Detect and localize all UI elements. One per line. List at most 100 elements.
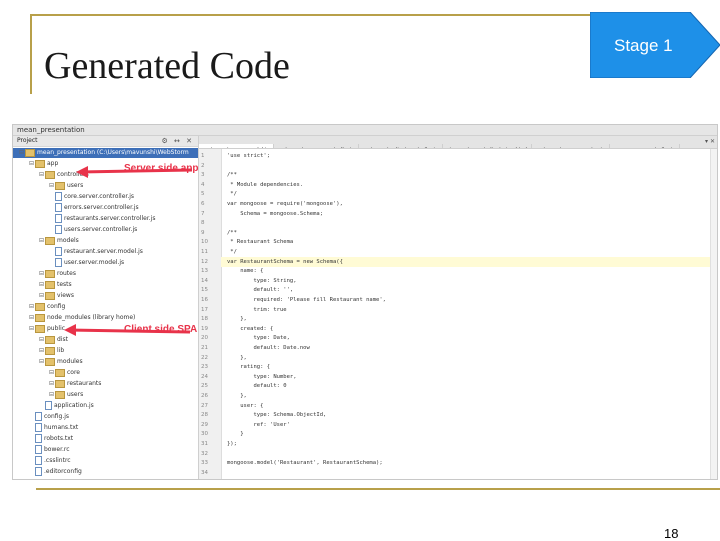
line-number: 2 [201, 162, 205, 169]
tree-item[interactable]: errors.server.controller.js [49, 203, 139, 213]
tree-item[interactable]: ⊟ app [29, 159, 58, 169]
code-line[interactable]: default: Date.now [227, 343, 309, 353]
tree-item[interactable]: restaurants.server.controller.js [49, 214, 155, 224]
tree-item[interactable]: ⊟ users [49, 181, 83, 191]
code-line[interactable]: name: { [227, 266, 263, 276]
tree-item[interactable]: users.server.controller.js [49, 225, 137, 235]
line-number: 14 [201, 277, 208, 284]
code-line[interactable]: * Restaurant Schema [227, 237, 293, 247]
file-icon [55, 203, 62, 212]
stage-badge: Stage 1 [590, 12, 720, 78]
tree-item-label: users.server.controller.js [64, 226, 138, 233]
code-line[interactable]: }, [227, 353, 247, 363]
editor-tab[interactable]: view-restaurant.client.view.html [443, 144, 532, 148]
tree-item[interactable]: ⊟ models [39, 236, 79, 246]
editor-tab[interactable]: restaurants.client.controller.js [359, 144, 443, 148]
code-line[interactable]: default: '', [227, 285, 293, 295]
tree-item[interactable]: bower.rc [29, 445, 70, 455]
code-line[interactable]: type: Schema.ObjectId, [227, 410, 326, 420]
tree-item-label: users [67, 182, 84, 189]
editor-scrollbar[interactable] [710, 149, 717, 479]
folder-icon [45, 170, 55, 179]
code-line[interactable]: */ [227, 189, 237, 199]
editor-tab[interactable]: restaurants.server.routes.js [532, 144, 610, 148]
tree-item-label: tests [57, 281, 72, 288]
editor-tab[interactable]: restaurants.server.controller.js [274, 144, 359, 148]
line-number: 7 [201, 210, 205, 217]
project-header-icons[interactable]: ⚙ ↔ ✕ [162, 136, 194, 146]
code-line[interactable]: var mongoose = require('mongoose'), [227, 199, 343, 209]
code-line[interactable]: type: String, [227, 276, 296, 286]
code-line[interactable]: default: 0 [227, 381, 286, 391]
line-number: 11 [201, 249, 208, 255]
code-line[interactable]: ref: 'User' [227, 420, 289, 430]
tree-item[interactable]: application.js [39, 401, 94, 411]
line-number: 8 [201, 220, 205, 227]
line-number: 31 [201, 441, 208, 447]
tree-item[interactable]: ⊟ tests [39, 280, 72, 290]
tree-item[interactable]: .csslintrc [29, 456, 71, 466]
file-icon [35, 467, 42, 476]
tree-item[interactable]: ⊟ lib [39, 346, 64, 356]
code-line[interactable]: */ [227, 247, 237, 257]
line-number: 24 [201, 373, 208, 380]
tree-item[interactable]: ⊟ mean_presentation (C:\Users\mavunshi\We… [13, 148, 198, 158]
code-line[interactable]: trim: true [227, 305, 286, 315]
code-line[interactable]: type: Date, [227, 333, 289, 343]
tree-item[interactable]: humans.txt [29, 423, 78, 433]
code-line[interactable]: }, [227, 314, 247, 324]
code-line[interactable]: user: { [227, 401, 263, 411]
tree-item-label: robots.txt [44, 435, 74, 442]
tree-item[interactable]: robots.txt [29, 434, 73, 444]
folder-icon [35, 159, 45, 168]
tree-item[interactable]: restaurant.server.model.js [49, 247, 143, 257]
ide-window-title: mean_presentation [13, 125, 717, 136]
code-line[interactable]: type: Number, [227, 372, 296, 382]
file-icon [55, 258, 62, 267]
folder-icon [55, 379, 65, 388]
code-line[interactable]: /** [227, 170, 237, 180]
tree-item[interactable]: ⊟ routes [39, 269, 76, 279]
tree-item[interactable]: ⊟ restaurants [49, 379, 101, 389]
tree-item[interactable]: ⊟ modules [39, 357, 83, 367]
file-icon [35, 412, 42, 421]
code-line[interactable]: * Module dependencies. [227, 180, 303, 190]
code-line[interactable]: /** [227, 228, 237, 238]
tab-controls-icon[interactable]: ▾ ✕ [701, 136, 715, 148]
editor-tabbar: restaurant.server.model.jsrestaurants.se… [199, 136, 717, 149]
tree-item-label: routes [57, 270, 76, 277]
file-icon [35, 456, 42, 465]
tree-item[interactable]: ⊟ users [49, 390, 83, 400]
tree-item[interactable]: ⊟ public [29, 324, 65, 334]
tree-item[interactable]: ⊟ views [39, 291, 74, 301]
line-number: 13 [201, 268, 208, 275]
tree-item-label: public [47, 325, 66, 332]
file-icon [35, 434, 42, 443]
editor-tab[interactable]: users.server.controller.js [610, 144, 680, 148]
tree-item[interactable]: user.server.model.js [49, 258, 124, 268]
code-line[interactable]: Schema = mongoose.Schema; [227, 209, 323, 219]
code-line[interactable]: }, [227, 391, 247, 401]
code-line[interactable]: rating: { [227, 362, 270, 372]
folder-icon [35, 313, 45, 322]
folder-icon [55, 390, 65, 399]
line-number: 1 [201, 153, 205, 159]
code-line[interactable]: created: { [227, 324, 273, 334]
client-annotation: Client side SPA [124, 324, 198, 335]
code-line[interactable]: }); [227, 439, 237, 449]
folder-icon [55, 181, 65, 190]
tree-item[interactable]: ⊟ config [29, 302, 65, 312]
code-line[interactable]: required: 'Please fill Restaurant name', [227, 295, 385, 305]
code-line[interactable]: } [227, 429, 243, 439]
tree-item[interactable]: config.js [29, 412, 69, 422]
tree-item[interactable]: ⊟ core [49, 368, 80, 378]
stage-label: Stage 1 [614, 36, 673, 55]
code-line[interactable]: mongoose.model('Restaurant', RestaurantS… [227, 458, 383, 468]
code-line[interactable]: var RestaurantSchema = new Schema({ [221, 256, 717, 267]
line-number: 26 [201, 393, 208, 399]
line-number: 23 [201, 364, 208, 371]
code-line[interactable]: 'use strict'; [227, 151, 270, 161]
tree-item[interactable]: .editorconfig [29, 467, 82, 477]
tree-item[interactable]: core.server.controller.js [49, 192, 134, 202]
server-annotation: Server side app [124, 163, 199, 174]
